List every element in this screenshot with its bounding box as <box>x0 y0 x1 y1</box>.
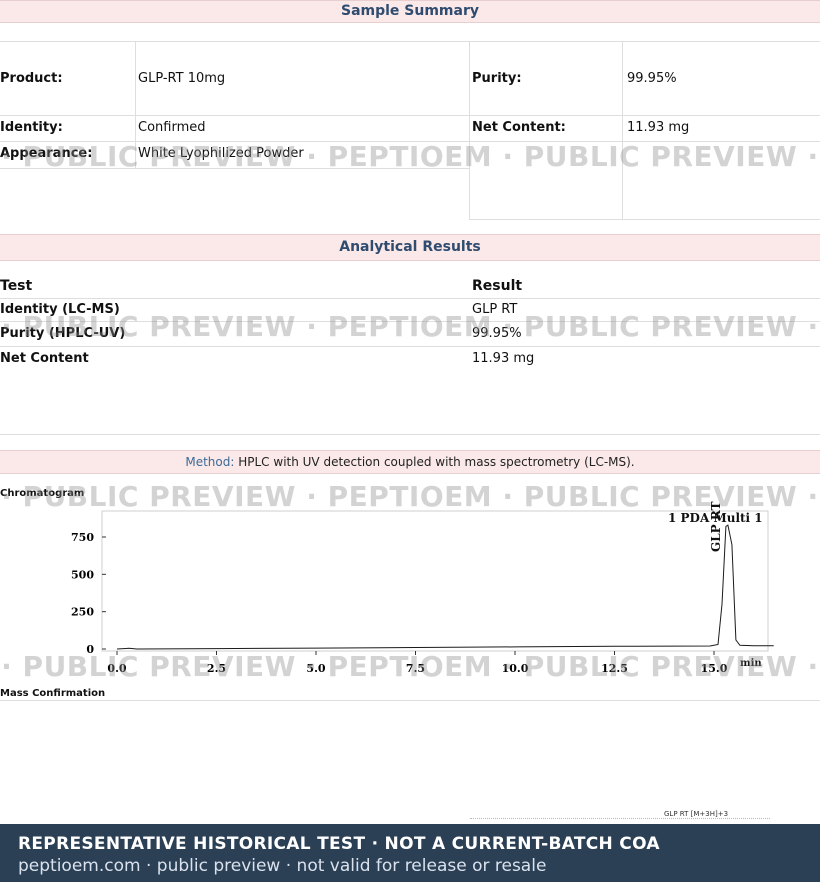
x-tick-label: 15.0 <box>701 662 728 675</box>
sample-summary-header: Sample Summary <box>0 0 820 23</box>
x-unit-label: min <box>740 658 762 669</box>
y-tick-label: 500 <box>71 568 94 581</box>
results-header-test: Test <box>0 278 33 294</box>
divider <box>0 346 820 347</box>
x-tick-label: 12.5 <box>601 662 628 675</box>
divider <box>135 41 136 169</box>
x-tick-label: 0.0 <box>107 662 126 675</box>
results-row-result: GLP RT <box>472 302 518 317</box>
divider <box>469 41 470 219</box>
identity-label: Identity: <box>0 120 63 135</box>
method-bar: Method: HPLC with UV detection coupled w… <box>0 450 820 474</box>
chromatogram-trace <box>116 524 774 650</box>
divider <box>0 168 469 169</box>
peak-label: GLP RT <box>709 501 723 552</box>
divider <box>0 41 820 42</box>
divider <box>0 141 820 142</box>
product-label: Product: <box>0 71 63 86</box>
appearance-value: White Lyophilized Powder <box>138 146 304 161</box>
identity-value: Confirmed <box>138 120 206 135</box>
footer-disclaimer: REPRESENTATIVE HISTORICAL TEST · NOT A C… <box>18 834 660 854</box>
x-tick-label: 10.0 <box>502 662 529 675</box>
results-header-result: Result <box>472 278 523 294</box>
divider <box>0 115 820 116</box>
divider <box>622 41 623 219</box>
y-tick-label: 0 <box>86 643 94 656</box>
product-value: GLP-RT 10mg <box>138 71 226 86</box>
purity-label: Purity: <box>472 71 522 86</box>
disclaimer-footer: REPRESENTATIVE HISTORICAL TEST · NOT A C… <box>0 824 820 882</box>
chromatogram-label: Chromatogram <box>0 488 85 499</box>
divider <box>0 298 820 299</box>
results-row-result: 99.95% <box>472 326 522 341</box>
sample-summary-title: Sample Summary <box>340 3 479 19</box>
footer-site-note: peptioem.com · public preview · not vali… <box>18 856 547 876</box>
results-row-result: 11.93 mg <box>472 351 535 366</box>
net-content-label: Net Content: <box>472 120 566 135</box>
method-label: Method: <box>185 455 235 469</box>
divider <box>0 700 820 701</box>
method-text: HPLC with UV detection coupled with mass… <box>234 455 635 469</box>
mass-confirmation-label: Mass Confirmation <box>0 688 106 699</box>
analytical-results-title: Analytical Results <box>339 239 481 255</box>
ion-label: GLP RT [M+3H]+3 <box>664 810 729 818</box>
results-row-test: Identity (LC-MS) <box>0 302 120 317</box>
y-tick-label: 250 <box>71 606 94 619</box>
net-content-value: 11.93 mg <box>627 120 690 135</box>
y-tick-label: 750 <box>71 531 94 544</box>
x-tick-label: 5.0 <box>306 662 325 675</box>
results-row-test: Net Content <box>0 351 89 366</box>
results-row-test: Purity (HPLC-UV) <box>0 326 126 341</box>
divider <box>0 434 820 435</box>
appearance-label: Appearance: <box>0 146 93 161</box>
analytical-results-header: Analytical Results <box>0 234 820 261</box>
purity-value: 99.95% <box>627 71 677 86</box>
plot-frame <box>101 510 769 652</box>
divider <box>0 321 820 322</box>
x-tick-label: 7.5 <box>406 662 425 675</box>
divider <box>469 219 820 220</box>
x-tick-label: 2.5 <box>207 662 226 675</box>
chromatogram-chart: 0250500750 0.0 2.5 5.0 7.5 10.0 12.5 15.0 1 PD… <box>71 501 774 675</box>
